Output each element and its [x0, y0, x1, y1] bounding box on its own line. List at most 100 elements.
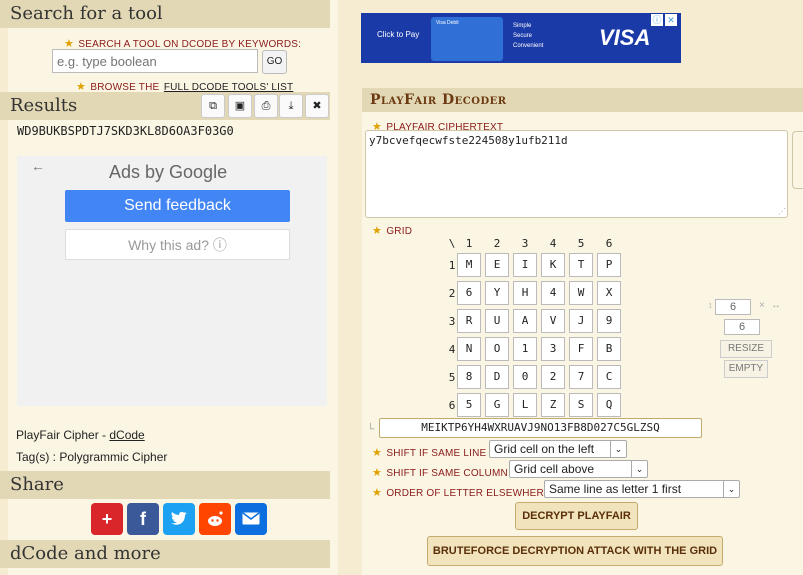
grid-cell[interactable]: G [485, 393, 509, 417]
grid-col-header: 5 [577, 237, 585, 250]
go-button[interactable]: GO [262, 50, 287, 74]
grid-cell[interactable]: 9 [597, 309, 621, 333]
plus-icon[interactable]: + [91, 503, 123, 535]
grid-cell[interactable]: W [569, 281, 593, 305]
times-sign: × [759, 300, 765, 311]
grid-cell[interactable]: P [597, 253, 621, 277]
decrypt-button[interactable]: DECRYPT PLAYFAIR [515, 502, 638, 530]
tags-line: Tag(s) : Polygrammic Cipher [16, 450, 168, 464]
save-icon[interactable]: ▣ [228, 94, 252, 118]
chevron-down-icon: ⌄ [723, 481, 739, 497]
twitter-bird-icon [171, 511, 187, 525]
grid-cell[interactable]: 8 [457, 365, 481, 389]
send-feedback-button[interactable]: Send feedback [65, 190, 290, 222]
grid-cell[interactable]: 7 [569, 365, 593, 389]
bruteforce-button[interactable]: BRUTEFORCE DECRYPTION ATTACK WITH THE GR… [427, 536, 723, 566]
ads-by-google: Ads by Google [109, 162, 228, 182]
email-icon[interactable] [235, 503, 267, 535]
resize-handle-icon[interactable]: ⋰ [778, 207, 786, 216]
reddit-icon[interactable] [199, 503, 231, 535]
grid-cell[interactable]: Z [541, 393, 565, 417]
empty-button[interactable]: EMPTY [724, 360, 768, 378]
shift-same-line-label: ★ SHIFT IF SAME LINE [372, 447, 487, 459]
grid-cell[interactable]: V [541, 309, 565, 333]
search-section-title: Search for a tool [0, 0, 330, 28]
grid-cell[interactable]: Y [485, 281, 509, 305]
copy-icon[interactable]: ⧉ [201, 94, 225, 118]
twitter-icon[interactable] [163, 503, 195, 535]
visa-features: Simple Secure Convenient [513, 23, 544, 49]
shift-same-column-label: ★ SHIFT IF SAME COLUMN [372, 467, 508, 479]
grid-col-header: 3 [521, 237, 529, 250]
grid-cell[interactable]: 5 [457, 393, 481, 417]
grid-col-header: 6 [605, 237, 613, 250]
share-section-title: Share [0, 471, 330, 499]
grid-cell[interactable]: 1 [513, 337, 537, 361]
order-letter-label: ★ ORDER OF LETTER ELSEWHERE [372, 487, 551, 499]
grid-label: ★ GRID [372, 225, 413, 237]
shift-same-line-select[interactable]: Grid cell on the left ⌄ [489, 440, 627, 458]
download-icon[interactable]: ⤓ [279, 94, 303, 118]
print-icon[interactable]: ⎙ [254, 94, 278, 118]
grid-cell[interactable]: N [457, 337, 481, 361]
grid-cell[interactable]: C [597, 365, 621, 389]
ad-info-icon[interactable]: ⓘ [651, 14, 663, 26]
why-this-ad-button[interactable]: Why this ad? ⓘ [65, 229, 290, 260]
order-letter-select[interactable]: Same line as letter 1 first ⌄ [544, 480, 740, 498]
grid-col-header: 4 [549, 237, 557, 250]
grid-cell[interactable]: K [541, 253, 565, 277]
visa-banner-ad[interactable]: Click to Pay Visa Debit Simple Secure Co… [361, 13, 681, 63]
ad-close-icon[interactable]: ✕ [665, 14, 677, 26]
grid-cell[interactable]: L [513, 393, 537, 417]
facebook-icon[interactable]: f [127, 503, 159, 535]
close-icon[interactable]: ✖ [305, 94, 329, 118]
dcode-link[interactable]: dCode [109, 428, 144, 442]
back-arrow-icon[interactable]: ← [31, 158, 45, 174]
decoder-title: PlayFair Decoder [370, 92, 507, 108]
grid-cell[interactable]: Q [597, 393, 621, 417]
star-icon: ★ [372, 447, 382, 459]
star-icon: ★ [372, 225, 382, 237]
grid-cell[interactable]: I [513, 253, 537, 277]
grid-col-header: 1 [465, 237, 473, 250]
grid-cell[interactable]: 0 [513, 365, 537, 389]
visa-logo: VISA [599, 25, 651, 50]
grid-cell[interactable]: D [485, 365, 509, 389]
resize-button[interactable]: RESIZE [720, 340, 772, 358]
grid-cell[interactable]: B [597, 337, 621, 361]
grid-cell[interactable]: S [569, 393, 593, 417]
tool-name: PlayFair Cipher - dCode [16, 428, 145, 442]
grid-cell[interactable]: F [569, 337, 593, 361]
rows-spinner[interactable]: 6 [724, 319, 760, 335]
grid-cell[interactable]: O [485, 337, 509, 361]
grid-cell[interactable]: T [569, 253, 593, 277]
grid-cell[interactable]: 3 [541, 337, 565, 361]
grid-cell[interactable]: J [569, 309, 593, 333]
horizontal-resize-icon: ↔ [771, 300, 781, 311]
google-ad-box: ← Ads by Google Send feedback Why this a… [17, 156, 327, 406]
grid-cell[interactable]: A [513, 309, 537, 333]
grid-cell[interactable]: U [485, 309, 509, 333]
grid-cell[interactable]: M [457, 253, 481, 277]
grid-string-input[interactable]: MEIKTP6YH4WXRUAVJ9NO13FB8D027C5GLZSQ [379, 418, 702, 438]
grid-cell[interactable]: E [485, 253, 509, 277]
side-tab[interactable] [792, 131, 803, 189]
chevron-down-icon: ⌄ [631, 461, 647, 477]
star-icon: ★ [372, 487, 382, 499]
star-icon: ★ [372, 467, 382, 479]
ciphertext-textarea[interactable]: y7bcvefqecwfste224508y1ufb211d [365, 130, 788, 218]
click-to-pay-text: Click to Pay [377, 30, 420, 39]
grid-cell[interactable]: 6 [457, 281, 481, 305]
shift-same-column-select[interactable]: Grid cell above ⌄ [509, 460, 648, 478]
search-input[interactable] [52, 49, 258, 73]
chevron-down-icon: ⌄ [610, 441, 626, 457]
grid-cell[interactable]: X [597, 281, 621, 305]
grid-col-header: 2 [493, 237, 501, 250]
grid-cell[interactable]: H [513, 281, 537, 305]
corner-bracket-icon: └ [367, 424, 375, 435]
columns-spinner[interactable]: 6 [715, 299, 751, 315]
grid-cell[interactable]: 2 [541, 365, 565, 389]
grid-cell[interactable]: R [457, 309, 481, 333]
grid-cell[interactable]: 4 [541, 281, 565, 305]
result-output: WD9BUKBSPDTJ7SKD3KL8D6OA3F03G0 [17, 124, 234, 138]
